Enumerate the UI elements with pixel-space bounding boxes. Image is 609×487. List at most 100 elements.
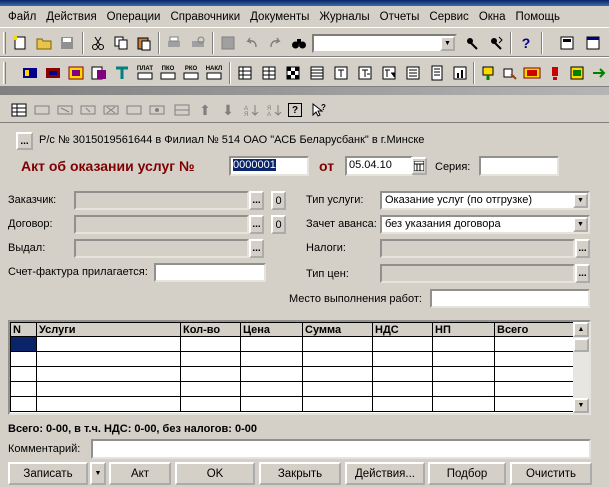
- menu-windows[interactable]: Окна: [474, 11, 511, 23]
- work-place-field[interactable]: [430, 289, 590, 308]
- table-vertical-scrollbar[interactable]: ▲ ▼: [573, 322, 589, 413]
- doc-number-input[interactable]: 0000001: [229, 156, 309, 176]
- find-next-icon[interactable]: [486, 33, 506, 53]
- bank-account-button[interactable]: ...: [16, 132, 33, 150]
- issued-select-button[interactable]: ...: [249, 239, 264, 258]
- list-icon[interactable]: [403, 63, 423, 83]
- arrow-down-icon[interactable]: ⬇: [219, 101, 237, 119]
- price-type-field[interactable]: [380, 264, 575, 283]
- ok-button[interactable]: OK: [175, 462, 255, 485]
- contract-clear-button[interactable]: 0: [271, 215, 286, 234]
- text3-icon[interactable]: [379, 63, 399, 83]
- menu-references[interactable]: Справочники: [165, 11, 245, 23]
- grid3-icon[interactable]: [307, 63, 327, 83]
- tools2-icon[interactable]: [478, 63, 498, 83]
- issued-field[interactable]: [74, 239, 249, 258]
- exit-icon[interactable]: [589, 63, 609, 83]
- tools-icon[interactable]: [112, 63, 132, 83]
- sort-asc-icon[interactable]: АЯ: [242, 101, 260, 119]
- docs-icon[interactable]: [89, 63, 109, 83]
- scroll-thumb[interactable]: [573, 338, 589, 352]
- sort-desc-icon[interactable]: ЯА: [265, 101, 283, 119]
- table-row[interactable]: [10, 351, 575, 367]
- copy-row-icon[interactable]: [56, 101, 74, 119]
- close-button[interactable]: Закрыть: [259, 462, 341, 485]
- chart-icon[interactable]: [450, 63, 470, 83]
- col-header-vat[interactable]: НДС: [372, 322, 433, 337]
- col-header-qty[interactable]: Кол-во: [180, 322, 241, 337]
- ledger-icon[interactable]: [20, 63, 40, 83]
- menu-operations[interactable]: Операции: [102, 11, 166, 23]
- paste-icon[interactable]: [134, 33, 154, 53]
- col-header-np[interactable]: НП: [432, 322, 495, 337]
- redo-icon[interactable]: [265, 33, 285, 53]
- find-icon[interactable]: [462, 33, 482, 53]
- save-button[interactable]: Записать: [8, 462, 88, 485]
- menu-service[interactable]: Сервис: [424, 11, 473, 23]
- warning-icon[interactable]: [545, 63, 565, 83]
- help-icon[interactable]: ?: [516, 33, 536, 53]
- delete-row-icon[interactable]: [102, 101, 120, 119]
- copy-icon[interactable]: [111, 33, 131, 53]
- cut-icon[interactable]: [88, 33, 108, 53]
- col-header-total[interactable]: Всего: [494, 322, 575, 337]
- clear-button[interactable]: Очистить: [510, 462, 592, 485]
- grid2-icon[interactable]: [259, 63, 279, 83]
- register-icon[interactable]: [43, 63, 63, 83]
- toolbar-search-combo[interactable]: ▼: [312, 34, 457, 53]
- group-icon[interactable]: [173, 101, 191, 119]
- table-row[interactable]: [10, 381, 575, 397]
- menu-reports[interactable]: Отчеты: [375, 11, 425, 23]
- calendar-button[interactable]: [411, 157, 427, 175]
- undo-icon[interactable]: [242, 33, 262, 53]
- menu-actions[interactable]: Действия: [41, 11, 101, 23]
- table-row[interactable]: [10, 336, 575, 352]
- add-row-icon[interactable]: [33, 101, 51, 119]
- filter-row-icon[interactable]: [148, 101, 166, 119]
- calculator-icon[interactable]: [557, 33, 577, 53]
- open-folder-icon[interactable]: [34, 33, 54, 53]
- nakl-icon[interactable]: НАКЛ: [204, 63, 224, 83]
- report-list-icon[interactable]: [427, 63, 447, 83]
- chevron-down-icon[interactable]: ▼: [440, 36, 455, 51]
- act-button[interactable]: Акт: [109, 462, 171, 485]
- contract-field[interactable]: [74, 215, 249, 234]
- help-icon[interactable]: ?: [288, 103, 302, 117]
- table-row[interactable]: [10, 366, 575, 382]
- col-header-price[interactable]: Цена: [240, 322, 303, 337]
- binoculars-icon[interactable]: [289, 33, 309, 53]
- col-header-services[interactable]: Услуги: [36, 322, 181, 337]
- arrow-up-icon[interactable]: ⬆: [196, 101, 214, 119]
- table-icon[interactable]: [10, 101, 28, 119]
- save-dropdown-button[interactable]: ▼: [90, 462, 106, 485]
- taxes-select-button[interactable]: ...: [575, 239, 590, 258]
- plat-icon[interactable]: ПЛАТ: [135, 63, 155, 83]
- menu-journals[interactable]: Журналы: [314, 11, 374, 23]
- menu-help[interactable]: Помощь: [511, 11, 565, 23]
- cashbook-icon[interactable]: [66, 63, 86, 83]
- mark-row-icon[interactable]: [125, 101, 143, 119]
- customer-select-button[interactable]: ...: [249, 191, 264, 210]
- rko-icon[interactable]: РКО: [181, 63, 201, 83]
- col-header-sum[interactable]: Сумма: [302, 322, 373, 337]
- select-button[interactable]: Подбор: [428, 462, 506, 485]
- customer-clear-button[interactable]: 0: [271, 191, 286, 210]
- grid1-icon[interactable]: [235, 63, 255, 83]
- new-doc-icon[interactable]: [10, 33, 30, 53]
- text2-icon[interactable]: [355, 63, 375, 83]
- report-icon[interactable]: [567, 63, 587, 83]
- print-preview-icon[interactable]: [188, 33, 208, 53]
- advance-select[interactable]: без указания договора ▼: [380, 215, 590, 234]
- table-row[interactable]: [10, 396, 575, 412]
- pko-icon[interactable]: ПКО: [158, 63, 178, 83]
- contract-select-button[interactable]: ...: [249, 215, 264, 234]
- chevron-down-icon[interactable]: ▼: [573, 193, 588, 208]
- tools3-icon[interactable]: [500, 63, 520, 83]
- price-type-select-button[interactable]: ...: [575, 264, 590, 283]
- save-icon[interactable]: [57, 33, 77, 53]
- text-icon[interactable]: [331, 63, 351, 83]
- edit-row-icon[interactable]: [79, 101, 97, 119]
- calendar-icon[interactable]: [583, 33, 603, 53]
- rec-icon[interactable]: [522, 63, 542, 83]
- toolbar-grip[interactable]: [3, 32, 6, 54]
